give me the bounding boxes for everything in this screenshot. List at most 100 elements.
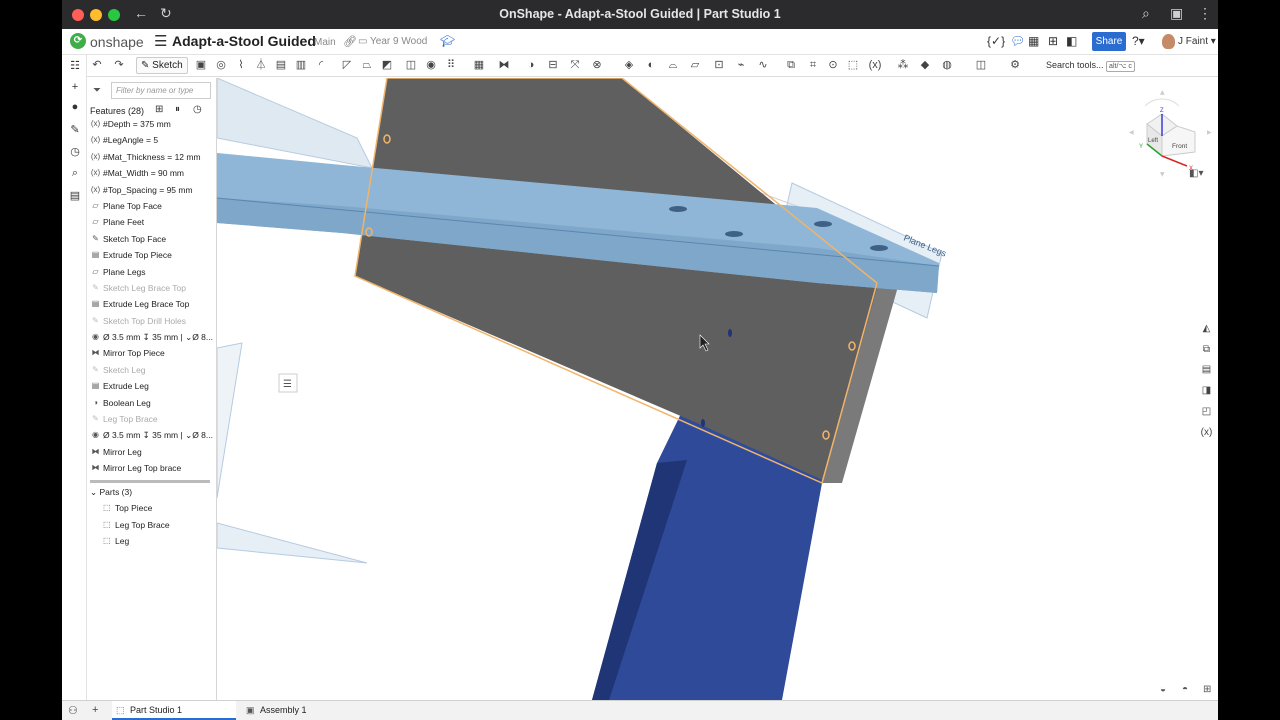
grid-icon[interactable]: ⊞ (1203, 684, 1211, 695)
feature-item[interactable]: ◉ Ø 3.5 mm ↧ 35 mm | ⌄Ø 8... (87, 329, 216, 345)
rollback-bar[interactable] (90, 480, 210, 483)
feature-item[interactable]: ▤ Extrude Leg (87, 378, 216, 394)
thicken-icon[interactable]: ▤ (274, 59, 288, 72)
help-icon[interactable]: ?▾ (1132, 34, 1145, 48)
tab-manager-icon[interactable]: ⚇ (68, 704, 78, 717)
plane-lower[interactable] (217, 522, 368, 564)
tab-part-studio[interactable]: ⬚ Part Studio 1 (112, 701, 236, 720)
chamfer-icon[interactable]: ◸ (340, 59, 354, 72)
pause-icon[interactable]: ⏸ (175, 104, 180, 115)
drill-hole[interactable] (725, 231, 743, 237)
appearance-icon[interactable]: ◍ (940, 59, 954, 72)
link-icon[interactable]: 🔗︎ (343, 35, 357, 48)
search-icon[interactable]: ⌕ (1142, 5, 1150, 22)
feature-item[interactable]: ⧓ Mirror Leg (87, 444, 216, 460)
enclose-icon[interactable]: ▥ (294, 59, 308, 72)
properties-icon[interactable]: ✎ (68, 123, 82, 137)
menu-icon[interactable]: ☰ (154, 32, 167, 50)
rotate-left-icon[interactable]: ◀ (1129, 129, 1134, 136)
feature-item[interactable]: (x) #LegAngle = 5 (87, 132, 216, 148)
feature-item[interactable]: ✎ Sketch Leg Brace Top (87, 280, 216, 296)
add-folder-icon[interactable]: ⊞ (155, 104, 163, 115)
feature-item[interactable]: ▱ Plane Top Face (87, 198, 216, 214)
render-mode-icon[interactable]: ◒ (1160, 684, 1166, 695)
shell-icon[interactable]: ◫ (404, 59, 418, 72)
drill-hole[interactable] (870, 245, 888, 251)
offset-surface-icon[interactable]: ⌓ (666, 59, 680, 72)
avatar[interactable] (1162, 34, 1175, 49)
configurations-panel-icon[interactable]: ▤ (1198, 364, 1215, 381)
drill-hole[interactable] (701, 419, 705, 427)
graphics-viewport[interactable]: Plane Legs ☰ Left Front Z Y X ▲ ▼ ◀ ▶ ◧▾… (217, 78, 1218, 700)
feature-item[interactable]: ▱ Plane Feet (87, 214, 216, 230)
plane-feet[interactable] (217, 342, 243, 499)
share-button[interactable]: Share (1092, 32, 1126, 51)
model-canvas[interactable]: Plane Legs ☰ (217, 78, 1218, 700)
app-store-icon[interactable]: ⊞ (1048, 34, 1058, 48)
feature-item[interactable]: ▤ Extrude Leg Brace Top (87, 296, 216, 312)
part-item[interactable]: Leg (115, 536, 129, 546)
folder-breadcrumb[interactable]: ▭ Year 9 Wood (358, 36, 427, 47)
curve-icon[interactable]: ∿ (756, 59, 770, 72)
settings-icon[interactable]: ⚙ (1008, 59, 1022, 72)
search-icon[interactable]: ⌕ (68, 167, 82, 181)
rotate-up-icon[interactable]: ▲ (1160, 89, 1165, 96)
hole-icon[interactable]: ◉ (424, 59, 438, 72)
feature-item[interactable]: ✎ Sketch Top Drill Holes (87, 313, 216, 329)
learning-icon[interactable]: ◧ (1066, 34, 1077, 48)
rib-icon[interactable]: ◩ (380, 59, 394, 72)
part-item[interactable]: Leg Top Brace (115, 520, 170, 530)
redo-icon[interactable]: ↷ (112, 59, 126, 72)
tab-assembly[interactable]: ▣ Assembly 1 (242, 701, 360, 720)
feature-item[interactable]: ✎ Leg Top Brace (87, 411, 216, 427)
share-screen-icon[interactable]: ▣ (1170, 5, 1183, 22)
transform-icon[interactable]: ⤧ (568, 59, 582, 72)
feature-item[interactable]: ⧓ Mirror Top Piece (87, 345, 216, 361)
sweep-icon[interactable]: ⌇ (234, 59, 248, 72)
feature-item[interactable]: ✎ Sketch Top Face (87, 231, 216, 247)
timer-icon[interactable]: ◷ (193, 104, 202, 115)
onshape-logo-icon[interactable]: ⟳ (70, 33, 86, 49)
view-cube[interactable]: Left Front Z Y X ▲ ▼ ◀ ▶ (1117, 88, 1217, 178)
feature-item[interactable]: (x) #Mat_Width = 90 mm (87, 165, 216, 181)
feature-item[interactable]: ✎ Sketch Leg (87, 362, 216, 378)
loft-icon[interactable]: ⏃ (254, 59, 268, 72)
drill-hole[interactable] (728, 329, 732, 337)
sketch-button[interactable]: ✎ Sketch (136, 57, 188, 74)
section-icon[interactable]: ⬚ (846, 59, 860, 72)
insert-icon[interactable]: + (68, 81, 82, 95)
feature-item[interactable]: ◉ Ø 3.5 mm ↧ 35 mm | ⌄Ø 8... (87, 427, 216, 443)
undo-icon[interactable]: ↶ (90, 59, 104, 72)
drill-hole[interactable] (814, 221, 832, 227)
tag-icon[interactable]: ◆ (918, 59, 932, 72)
move-face-icon[interactable]: ◈ (622, 59, 636, 72)
feature-item[interactable]: ⧓ Mirror Leg Top brace (87, 460, 216, 476)
view-icon[interactable]: ◓ (1182, 684, 1188, 695)
document-info-icon[interactable]: ▤ (68, 189, 82, 203)
extrude-icon[interactable]: ▣ (194, 59, 208, 72)
rotate-right-icon[interactable]: ▶ (1207, 129, 1212, 136)
variable-table-icon[interactable]: (x) (1198, 427, 1215, 444)
view-cube-svg[interactable]: Left Front Z Y X ▲ ▼ ◀ ▶ (1117, 88, 1217, 178)
search-tools-field[interactable]: Search tools... alt/⌥ c (1046, 57, 1142, 74)
rotate-down-icon[interactable]: ▼ (1160, 171, 1165, 178)
branch-label[interactable]: Main (314, 37, 336, 48)
plane-top-face[interactable] (217, 78, 373, 169)
delete-part-icon[interactable]: ⊗ (590, 59, 604, 72)
more-icon[interactable]: ⋮ (1198, 5, 1212, 22)
versions-icon[interactable]: ▦ (1028, 34, 1039, 48)
revolve-icon[interactable]: ◎ (214, 59, 228, 72)
education-icon[interactable]: 🎓︎ (440, 34, 455, 48)
draft-icon[interactable]: ⏢ (360, 59, 374, 72)
replace-face-icon[interactable]: ◐ (644, 59, 658, 72)
part-item[interactable]: Top Piece (115, 503, 152, 513)
plane-icon[interactable]: ▱ (688, 59, 702, 72)
document-title[interactable]: Adapt-a-Stool Guided (172, 33, 316, 49)
linear-pattern-icon[interactable]: ⠿ (444, 59, 458, 72)
feature-item[interactable]: (x) #Top_Spacing = 95 mm (87, 182, 216, 198)
variable-icon[interactable]: (x) (868, 59, 882, 72)
add-tab-icon[interactable]: + (92, 704, 98, 716)
parts-header[interactable]: ⌄ Parts (3) (90, 487, 132, 498)
helix-icon[interactable]: ⌁ (734, 59, 748, 72)
sheet-metal-icon[interactable]: ⧉ (784, 59, 798, 72)
